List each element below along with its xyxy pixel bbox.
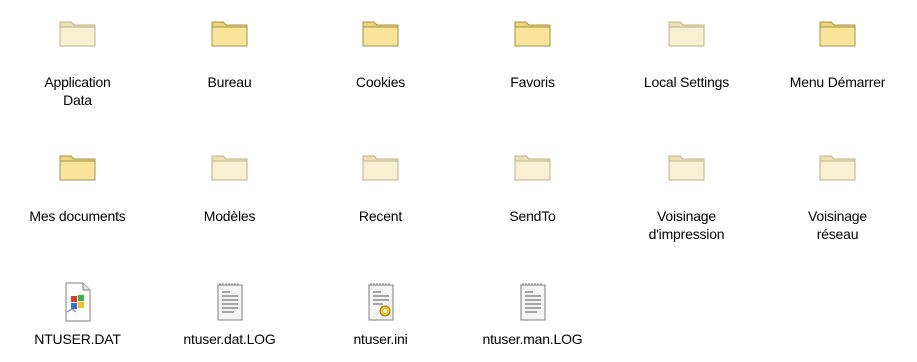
item-label: Favoris bbox=[510, 74, 555, 90]
item-label: Menu Démarrer bbox=[789, 74, 886, 90]
folder-bureau[interactable]: Bureau bbox=[152, 8, 307, 91]
item-label: Modèles bbox=[203, 208, 256, 224]
item-label: Local Settings bbox=[643, 74, 730, 90]
folder-icon bbox=[818, 8, 858, 48]
item-label: SendTo bbox=[509, 208, 556, 224]
file-ntuser-dat[interactable]: NTUSER.DAT bbox=[0, 282, 155, 348]
folder-pale-icon bbox=[361, 142, 401, 182]
settings-file-icon bbox=[361, 282, 401, 322]
folder-pale-icon bbox=[818, 142, 858, 182]
folder-pale-icon bbox=[210, 142, 250, 182]
folder-local-settings[interactable]: Local Settings bbox=[609, 8, 764, 91]
item-label: ntuser.dat.LOG bbox=[183, 331, 276, 347]
text-file-icon bbox=[513, 282, 553, 322]
item-label: Recent bbox=[358, 208, 403, 224]
folder-contents-view: Application Data Bureau Cookies Favoris … bbox=[0, 0, 917, 362]
folder-modeles[interactable]: Modèles bbox=[152, 142, 307, 225]
file-ntuser-dat-log[interactable]: ntuser.dat.LOG bbox=[152, 282, 307, 348]
file-ntuser-man-log[interactable]: ntuser.man.LOG bbox=[455, 282, 610, 348]
folder-voisinage-reseau[interactable]: Voisinage réseau bbox=[760, 142, 915, 243]
folder-voisinage-impression[interactable]: Voisinage d'impression bbox=[609, 142, 764, 243]
item-label: ntuser.ini bbox=[353, 331, 408, 347]
folder-menu-demarrer[interactable]: Menu Démarrer bbox=[760, 8, 915, 91]
folder-pale-icon bbox=[667, 8, 707, 48]
folder-cookies[interactable]: Cookies bbox=[303, 8, 458, 91]
folder-recent[interactable]: Recent bbox=[303, 142, 458, 225]
folder-pale-icon bbox=[58, 8, 98, 48]
folder-icon bbox=[58, 142, 98, 182]
item-label: ntuser.man.LOG bbox=[482, 331, 583, 347]
text-file-icon bbox=[210, 282, 250, 322]
folder-icon bbox=[361, 8, 401, 48]
item-label: Mes documents bbox=[29, 208, 126, 224]
folder-icon bbox=[513, 8, 553, 48]
item-label: Bureau bbox=[207, 74, 252, 90]
item-label: Voisinage réseau bbox=[808, 208, 867, 242]
folder-sendto[interactable]: SendTo bbox=[455, 142, 610, 225]
item-label: Voisinage d'impression bbox=[648, 208, 725, 242]
folder-mes-documents[interactable]: Mes documents bbox=[0, 142, 155, 225]
system-file-icon bbox=[58, 282, 98, 322]
folder-pale-icon bbox=[667, 142, 707, 182]
folder-favoris[interactable]: Favoris bbox=[455, 8, 610, 91]
item-label: Cookies bbox=[355, 74, 406, 90]
folder-pale-icon bbox=[513, 142, 553, 182]
item-label: NTUSER.DAT bbox=[34, 331, 121, 347]
folder-icon bbox=[210, 8, 250, 48]
folder-application-data[interactable]: Application Data bbox=[0, 8, 155, 109]
file-ntuser-ini[interactable]: ntuser.ini bbox=[303, 282, 458, 348]
item-label: Application Data bbox=[44, 74, 111, 108]
